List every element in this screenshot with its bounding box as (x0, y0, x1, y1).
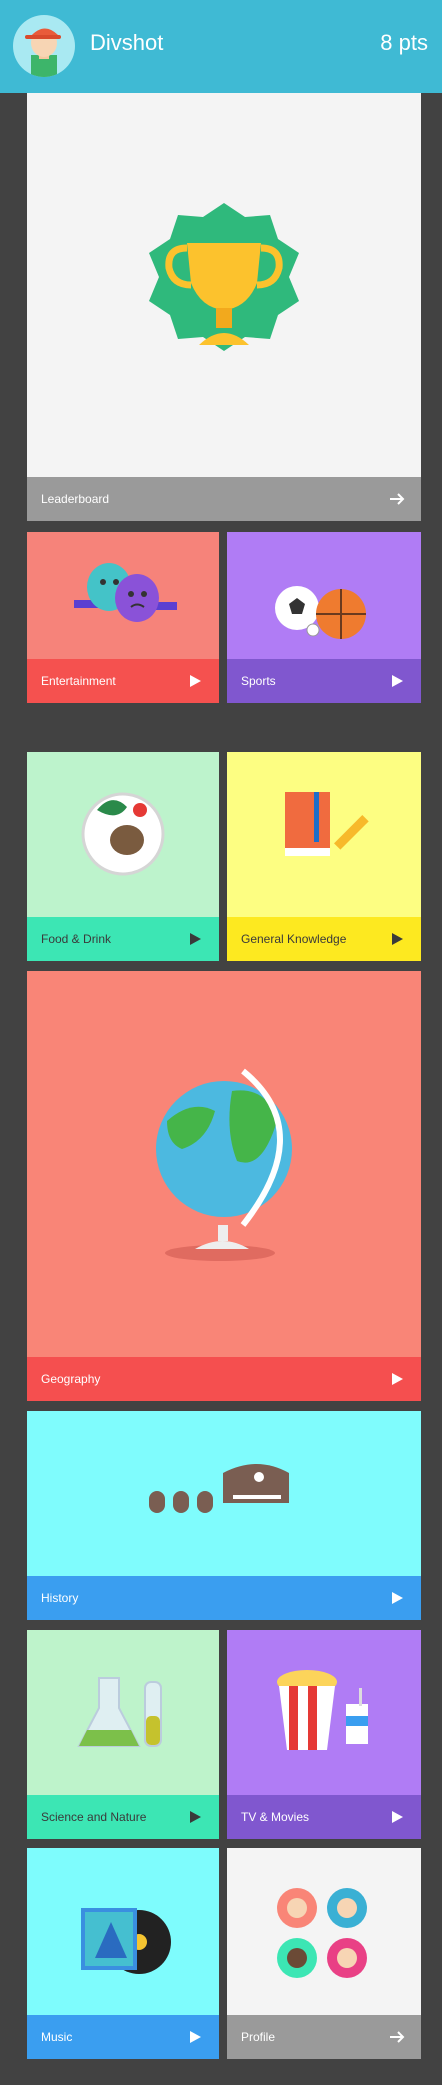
profile-footer: Profile (227, 2015, 421, 2059)
dinosaur-fossil-icon (149, 1464, 289, 1513)
play-triangle-icon[interactable] (187, 1809, 203, 1825)
general-knowledge-art (227, 752, 421, 917)
entertainment-art (27, 532, 219, 659)
sports-footer: Sports (227, 659, 421, 703)
play-triangle-icon[interactable] (389, 1371, 405, 1387)
profile-art (227, 1848, 421, 2015)
science-nature-footer: Science and Nature (27, 1795, 219, 1839)
profile-label: Profile (241, 2030, 276, 2044)
general-knowledge-footer: General Knowledge (227, 917, 421, 961)
geography-card[interactable]: Geography (27, 971, 421, 1401)
entertainment-card[interactable]: Entertainment (27, 532, 219, 703)
globe-icon (156, 1068, 292, 1261)
music-art (27, 1848, 219, 2015)
entertainment-label: Entertainment (41, 674, 116, 688)
profile-card[interactable]: Profile (227, 1848, 421, 2059)
app-header: Divshot 8 pts (0, 0, 442, 93)
food-drink-art (27, 752, 219, 917)
leaderboard-card[interactable]: Leaderboard (27, 93, 421, 521)
leaderboard-art (27, 93, 421, 477)
arrow-right-icon[interactable] (389, 491, 405, 507)
general-knowledge-card[interactable]: General Knowledge (227, 752, 421, 961)
food-drink-card[interactable]: Food & Drink (27, 752, 219, 961)
play-triangle-icon[interactable] (187, 673, 203, 689)
food-drink-footer: Food & Drink (27, 917, 219, 961)
geography-footer: Geography (27, 1357, 421, 1401)
general-knowledge-label: General Knowledge (241, 932, 347, 946)
music-card[interactable]: Music (27, 1848, 219, 2059)
play-triangle-icon[interactable] (187, 2029, 203, 2045)
book-pencil-icon (285, 792, 369, 856)
arrow-right-icon[interactable] (389, 2029, 405, 2045)
popcorn-icon (277, 1670, 368, 1750)
tv-movies-label: TV & Movies (241, 1810, 310, 1824)
leaderboard-footer: Leaderboard (27, 477, 421, 521)
avatar-icon (25, 28, 61, 77)
food-drink-label: Food & Drink (41, 932, 112, 946)
science-nature-card[interactable]: Science and Nature (27, 1630, 219, 1839)
play-triangle-icon[interactable] (389, 931, 405, 947)
science-nature-label: Science and Nature (41, 1810, 147, 1824)
play-triangle-icon[interactable] (389, 1590, 405, 1606)
sports-art (227, 532, 421, 659)
tv-movies-card[interactable]: TV & Movies (227, 1630, 421, 1839)
history-label: History (41, 1591, 79, 1605)
play-triangle-icon[interactable] (389, 1809, 405, 1825)
sports-label: Sports (241, 674, 276, 688)
science-nature-art (27, 1630, 219, 1795)
play-triangle-icon[interactable] (389, 673, 405, 689)
history-footer: History (27, 1576, 421, 1620)
user-avatar[interactable] (13, 15, 75, 77)
lab-flask-icon (77, 1677, 162, 1747)
play-triangle-icon[interactable] (187, 931, 203, 947)
points-counter: 8 pts (380, 30, 428, 55)
history-card[interactable]: History (27, 1411, 421, 1620)
theater-masks-icon (74, 563, 177, 622)
tv-movies-art (227, 1630, 421, 1795)
food-plate-icon (81, 792, 165, 876)
avatars-icon (277, 1888, 367, 1978)
app-title: Divshot (90, 30, 164, 55)
trophy-icon (149, 203, 299, 351)
vinyl-record-icon (81, 1908, 171, 1974)
entertainment-footer: Entertainment (27, 659, 219, 703)
leaderboard-label: Leaderboard (41, 492, 110, 506)
music-footer: Music (27, 2015, 219, 2059)
history-art (27, 1411, 421, 1576)
sports-card[interactable]: Sports (227, 532, 421, 703)
music-label: Music (41, 2030, 73, 2044)
tv-movies-footer: TV & Movies (227, 1795, 421, 1839)
geography-art (27, 971, 421, 1357)
balls-icon (275, 586, 366, 639)
geography-label: Geography (41, 1372, 101, 1386)
